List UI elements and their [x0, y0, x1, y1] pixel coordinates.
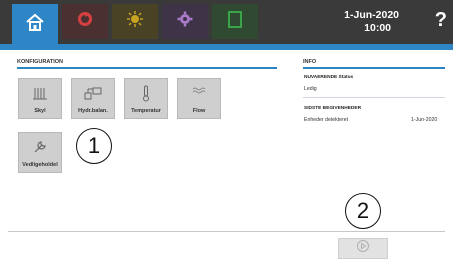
wrench-icon: [19, 139, 61, 155]
hydraulic-balance-icon: [72, 85, 114, 101]
callout-one: 1: [76, 128, 112, 164]
gear-icon: [177, 11, 193, 32]
tab-home[interactable]: [12, 4, 58, 44]
tile-label: Hydr.balan.: [78, 108, 108, 114]
tile-hydraulic-balance[interactable]: Hydr.balan.: [71, 78, 115, 119]
home-icon: [25, 13, 45, 36]
divider: [303, 97, 445, 98]
date-text: 1-Jun-2020: [344, 9, 399, 21]
thermometer-icon: [125, 85, 167, 102]
config-rule: [17, 67, 277, 69]
tile-skyl[interactable]: Skyl: [18, 78, 62, 119]
start-button[interactable]: [338, 238, 388, 259]
document-icon: [228, 10, 242, 33]
tile-label: Temperatur: [131, 108, 161, 114]
tab-recycle[interactable]: [62, 4, 108, 39]
tile-label: Vedligeholdel: [22, 162, 58, 168]
callout-two: 2: [345, 193, 381, 229]
top-bar: 1-Jun-2020 10:00 ?: [0, 0, 453, 44]
events-heading: SIDSTE BEGIVENHEDER: [304, 106, 362, 111]
recycle-icon: [77, 11, 93, 32]
tab-document[interactable]: [212, 4, 258, 39]
flow-icon: [178, 85, 220, 97]
date-time: 1-Jun-2020 10:00: [344, 9, 399, 35]
screen: 1-Jun-2020 10:00 ? KONFIGURATION Skyl Hy…: [0, 0, 453, 261]
tile-maintenance[interactable]: Vedligeholdel: [18, 132, 62, 173]
status-heading: NUVAERENDE Status: [304, 75, 354, 80]
flush-icon: [19, 85, 61, 101]
info-title: INFO: [303, 59, 317, 65]
tile-temperature[interactable]: Temperatur: [124, 78, 168, 119]
event-text: Enheder detekteret: [304, 117, 349, 123]
tab-settings[interactable]: [162, 4, 208, 39]
info-rule: [303, 67, 445, 69]
tab-sun[interactable]: [112, 4, 158, 39]
event-date: 1-Jun-2020: [411, 117, 438, 123]
play-icon: [356, 239, 370, 258]
help-button[interactable]: ?: [435, 9, 447, 32]
status-value: Ledig: [304, 86, 317, 92]
tile-flow[interactable]: Flow: [177, 78, 221, 119]
accent-strip: [0, 44, 453, 50]
config-title: KONFIGURATION: [17, 59, 64, 65]
sun-icon: [127, 11, 143, 32]
time-text: 10:00: [364, 22, 391, 34]
tile-label: Flow: [192, 108, 206, 114]
bottom-divider: [8, 231, 445, 232]
tile-label: Skyl: [34, 108, 46, 114]
